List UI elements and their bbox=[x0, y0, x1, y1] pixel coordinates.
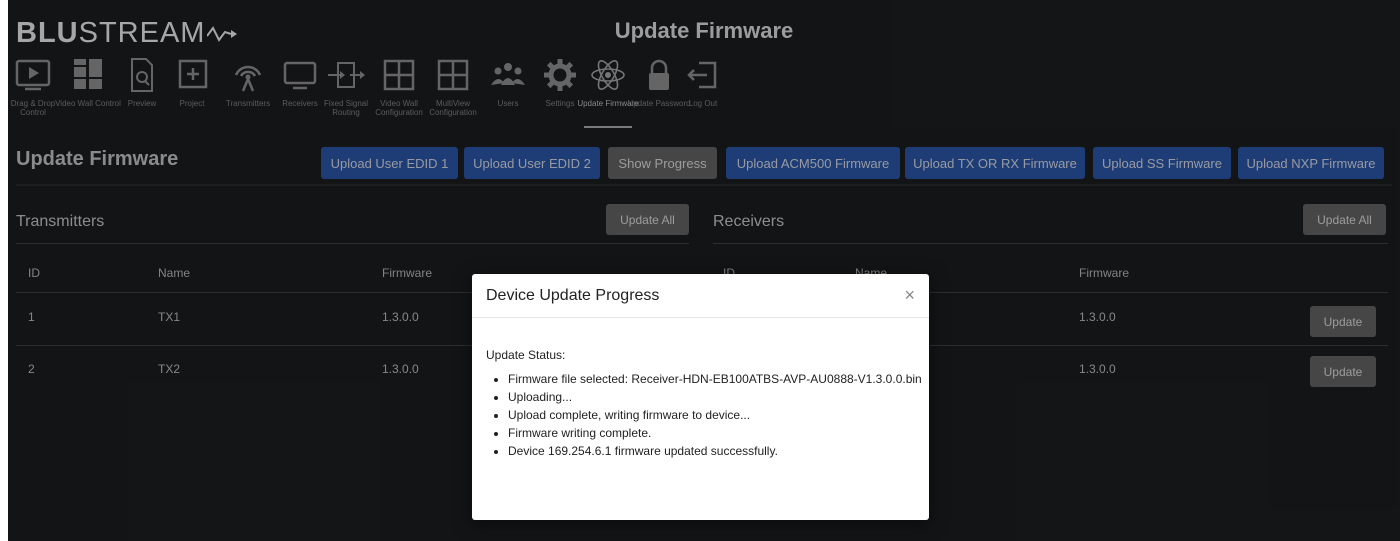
close-icon[interactable]: × bbox=[904, 286, 915, 304]
list-item: Firmware file selected: Receiver-HDN-EB1… bbox=[508, 370, 928, 388]
list-item: Firmware writing complete. bbox=[508, 424, 928, 442]
list-item: Device 169.254.6.1 firmware updated succ… bbox=[508, 442, 928, 460]
app-window: BLU STREAM Update Firmware Drag & Drop Co… bbox=[8, 0, 1400, 541]
modal-divider bbox=[472, 317, 929, 318]
modal-title: Device Update Progress bbox=[486, 287, 660, 304]
device-update-progress-modal: Device Update Progress × Update Status: … bbox=[472, 274, 929, 520]
update-status-list: Firmware file selected: Receiver-HDN-EB1… bbox=[486, 370, 928, 460]
list-item: Upload complete, writing firmware to dev… bbox=[508, 406, 928, 424]
list-item: Uploading... bbox=[508, 388, 928, 406]
update-status-label: Update Status: bbox=[486, 348, 566, 362]
